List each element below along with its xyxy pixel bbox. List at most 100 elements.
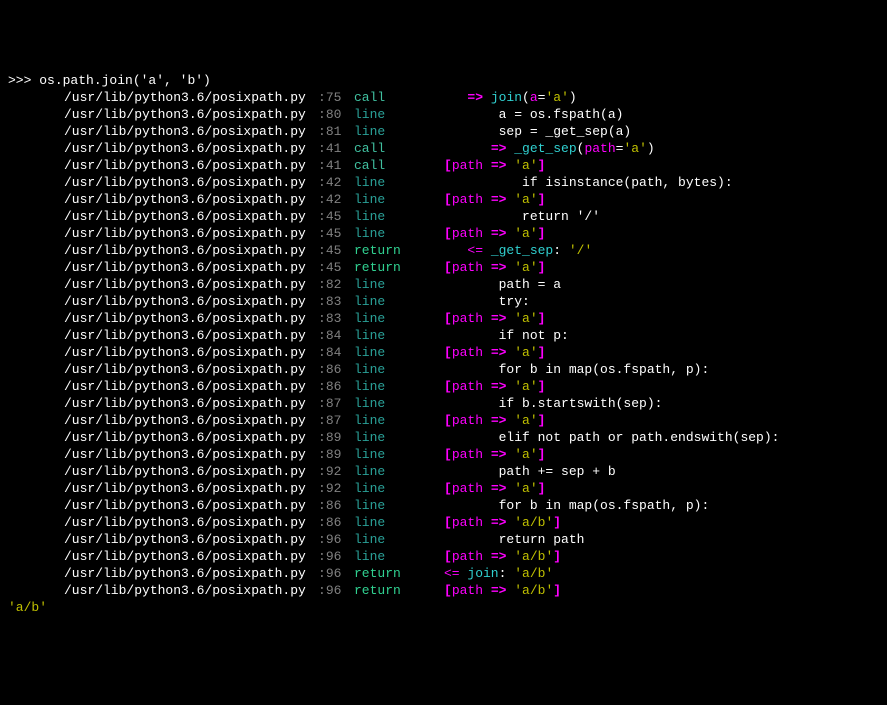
file-path: /usr/lib/python3.6/posixpath.py <box>8 531 306 548</box>
trace-detail: <= _get_sep: '/' <box>444 243 592 258</box>
trace-lineno: :80 <box>318 106 354 123</box>
trace-lineno: :86 <box>318 378 354 395</box>
trace-lineno: :96 <box>318 582 354 599</box>
trace-event: line <box>354 446 444 463</box>
trace-detail: [path => 'a'] <box>444 311 545 326</box>
trace-detail: for b in map(os.fspath, p): <box>444 498 709 513</box>
trace-lineno: :92 <box>318 463 354 480</box>
trace-event: line <box>354 361 444 378</box>
trace-row: /usr/lib/python3.6/posixpath.py:45return… <box>8 259 879 276</box>
trace-event: line <box>354 395 444 412</box>
trace-lineno: :83 <box>318 293 354 310</box>
trace-file: /usr/lib/python3.6/posixpath.py <box>8 106 318 123</box>
trace-event: line <box>354 531 444 548</box>
trace-row: /usr/lib/python3.6/posixpath.py:92line p… <box>8 463 879 480</box>
trace-detail: [path => 'a/b'] <box>444 583 561 598</box>
trace-row: /usr/lib/python3.6/posixpath.py:75call =… <box>8 89 879 106</box>
trace-row: /usr/lib/python3.6/posixpath.py:89line e… <box>8 429 879 446</box>
trace-lineno: :83 <box>318 310 354 327</box>
trace-file: /usr/lib/python3.6/posixpath.py <box>8 463 318 480</box>
trace-file: /usr/lib/python3.6/posixpath.py <box>8 344 318 361</box>
trace-file: /usr/lib/python3.6/posixpath.py <box>8 361 318 378</box>
terminal-output: >>> os.path.join('a', 'b')/usr/lib/pytho… <box>8 72 879 616</box>
trace-file: /usr/lib/python3.6/posixpath.py <box>8 548 318 565</box>
trace-lineno: :45 <box>318 259 354 276</box>
repl-result-line: 'a/b' <box>8 599 879 616</box>
file-path: /usr/lib/python3.6/posixpath.py <box>8 293 306 310</box>
trace-detail: [path => 'a'] <box>444 379 545 394</box>
repl-command: os.path.join('a', 'b') <box>39 73 211 88</box>
trace-lineno: :89 <box>318 429 354 446</box>
trace-lineno: :96 <box>318 531 354 548</box>
trace-file: /usr/lib/python3.6/posixpath.py <box>8 446 318 463</box>
trace-row: /usr/lib/python3.6/posixpath.py:80line a… <box>8 106 879 123</box>
trace-row: /usr/lib/python3.6/posixpath.py:86line f… <box>8 497 879 514</box>
trace-row: /usr/lib/python3.6/posixpath.py:45line r… <box>8 208 879 225</box>
trace-lineno: :96 <box>318 548 354 565</box>
trace-lineno: :75 <box>318 89 354 106</box>
trace-file: /usr/lib/python3.6/posixpath.py <box>8 480 318 497</box>
trace-event: line <box>354 191 444 208</box>
trace-event: line <box>354 463 444 480</box>
trace-lineno: :87 <box>318 412 354 429</box>
trace-row: /usr/lib/python3.6/posixpath.py:82line p… <box>8 276 879 293</box>
trace-event: line <box>354 106 444 123</box>
file-path: /usr/lib/python3.6/posixpath.py <box>8 225 306 242</box>
trace-file: /usr/lib/python3.6/posixpath.py <box>8 293 318 310</box>
trace-detail: [path => 'a/b'] <box>444 515 561 530</box>
trace-event: call <box>354 89 444 106</box>
trace-row: /usr/lib/python3.6/posixpath.py:87line i… <box>8 395 879 412</box>
trace-detail: try: <box>444 294 530 309</box>
trace-event: line <box>354 412 444 429</box>
trace-row: /usr/lib/python3.6/posixpath.py:81line s… <box>8 123 879 140</box>
trace-row: /usr/lib/python3.6/posixpath.py:86line f… <box>8 361 879 378</box>
trace-file: /usr/lib/python3.6/posixpath.py <box>8 157 318 174</box>
file-path: /usr/lib/python3.6/posixpath.py <box>8 446 306 463</box>
trace-lineno: :42 <box>318 191 354 208</box>
trace-file: /usr/lib/python3.6/posixpath.py <box>8 276 318 293</box>
trace-event: return <box>354 565 444 582</box>
file-path: /usr/lib/python3.6/posixpath.py <box>8 89 306 106</box>
trace-file: /usr/lib/python3.6/posixpath.py <box>8 174 318 191</box>
trace-row: /usr/lib/python3.6/posixpath.py:83line t… <box>8 293 879 310</box>
file-path: /usr/lib/python3.6/posixpath.py <box>8 480 306 497</box>
file-path: /usr/lib/python3.6/posixpath.py <box>8 259 306 276</box>
file-path: /usr/lib/python3.6/posixpath.py <box>8 174 306 191</box>
trace-file: /usr/lib/python3.6/posixpath.py <box>8 412 318 429</box>
trace-lineno: :84 <box>318 327 354 344</box>
file-path: /usr/lib/python3.6/posixpath.py <box>8 514 306 531</box>
trace-row: /usr/lib/python3.6/posixpath.py:96line r… <box>8 531 879 548</box>
trace-row: /usr/lib/python3.6/posixpath.py:89line[p… <box>8 446 879 463</box>
trace-lineno: :84 <box>318 344 354 361</box>
trace-event: return <box>354 242 444 259</box>
trace-detail: return '/' <box>444 209 600 224</box>
trace-detail: for b in map(os.fspath, p): <box>444 362 709 377</box>
trace-row: /usr/lib/python3.6/posixpath.py:92line[p… <box>8 480 879 497</box>
trace-lineno: :42 <box>318 174 354 191</box>
trace-detail: path += sep + b <box>444 464 616 479</box>
trace-detail: path = a <box>444 277 561 292</box>
trace-event: line <box>354 480 444 497</box>
trace-file: /usr/lib/python3.6/posixpath.py <box>8 582 318 599</box>
trace-detail: <= join: 'a/b' <box>444 566 553 581</box>
file-path: /usr/lib/python3.6/posixpath.py <box>8 327 306 344</box>
file-path: /usr/lib/python3.6/posixpath.py <box>8 582 306 599</box>
trace-event: line <box>354 344 444 361</box>
trace-lineno: :45 <box>318 208 354 225</box>
trace-event: line <box>354 497 444 514</box>
trace-lineno: :87 <box>318 395 354 412</box>
trace-file: /usr/lib/python3.6/posixpath.py <box>8 395 318 412</box>
file-path: /usr/lib/python3.6/posixpath.py <box>8 412 306 429</box>
trace-file: /usr/lib/python3.6/posixpath.py <box>8 89 318 106</box>
trace-row: /usr/lib/python3.6/posixpath.py:45line[p… <box>8 225 879 242</box>
trace-row: /usr/lib/python3.6/posixpath.py:86line[p… <box>8 378 879 395</box>
file-path: /usr/lib/python3.6/posixpath.py <box>8 140 306 157</box>
trace-row: /usr/lib/python3.6/posixpath.py:96return… <box>8 565 879 582</box>
repl-input-line[interactable]: >>> os.path.join('a', 'b') <box>8 72 879 89</box>
file-path: /usr/lib/python3.6/posixpath.py <box>8 208 306 225</box>
file-path: /usr/lib/python3.6/posixpath.py <box>8 191 306 208</box>
trace-file: /usr/lib/python3.6/posixpath.py <box>8 378 318 395</box>
trace-file: /usr/lib/python3.6/posixpath.py <box>8 514 318 531</box>
trace-event: line <box>354 310 444 327</box>
trace-row: /usr/lib/python3.6/posixpath.py:86line[p… <box>8 514 879 531</box>
